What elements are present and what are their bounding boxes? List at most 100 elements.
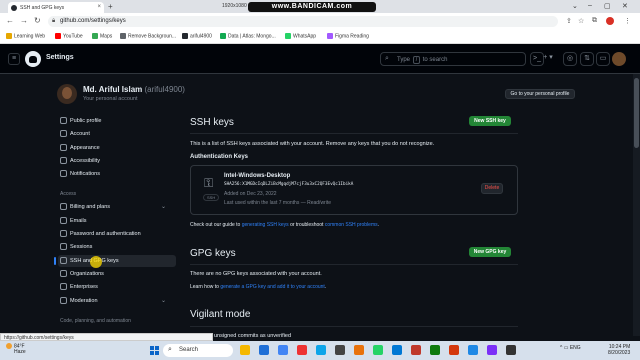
close-tab-icon[interactable]: × — [97, 4, 101, 10]
pull-requests-icon[interactable]: ⇅ — [580, 52, 594, 66]
taskbar-app-icon[interactable] — [335, 345, 345, 355]
bookmark-item[interactable]: WhatsApp — [285, 33, 316, 39]
status-bar-url: https://github.com/settings/keys — [0, 333, 213, 341]
github-favicon-icon — [11, 5, 17, 11]
maximize-button[interactable]: ▢ — [604, 2, 611, 10]
sidebar-item-account[interactable]: Account — [58, 128, 176, 140]
taskbar-app-icon[interactable] — [468, 345, 478, 355]
taskbar-app-icon[interactable] — [392, 345, 402, 355]
bookmark-star-icon[interactable]: ☆ — [578, 17, 584, 25]
sidebar-item-emails[interactable]: Emails — [58, 215, 176, 227]
reload-button[interactable]: ↻ — [34, 16, 41, 25]
taskbar-app-icon[interactable] — [487, 345, 497, 355]
extensions-icon[interactable]: ⧉ — [592, 17, 597, 25]
new-ssh-key-button[interactable]: New SSH key — [469, 116, 511, 126]
paintbrush-icon — [60, 144, 67, 151]
github-logo-icon[interactable] — [25, 51, 41, 67]
gpg-keys-heading: GPG keys — [190, 248, 236, 259]
weather-widget[interactable]: 84°F Haze — [6, 343, 26, 355]
sidebar-item-billing[interactable]: Billing and plans ⌄ — [58, 201, 176, 213]
ssh-key-title: Intel-Windows-Desktop — [224, 173, 291, 179]
sidebar-item-enterprises[interactable]: Enterprises — [58, 281, 176, 293]
broadcast-icon — [60, 243, 67, 250]
profile-handle: (ariful4900) — [144, 85, 185, 94]
ssh-badge: SSH — [203, 194, 220, 201]
sidebar-item-public-profile[interactable]: Public profile — [58, 115, 176, 127]
report-icon — [60, 297, 67, 304]
bookmark-item[interactable]: YouTube — [55, 33, 83, 39]
sidebar-item-accessibility[interactable]: Accessibility — [58, 155, 176, 167]
browser-tab[interactable]: SSH and GPG keys × — [8, 2, 104, 13]
taskbar-app-icon[interactable] — [430, 345, 440, 355]
lock-icon: 🔒︎ — [52, 18, 56, 24]
inbox-icon[interactable]: ▭ — [596, 52, 610, 66]
sidebar-item-password[interactable]: Password and authentication — [58, 228, 176, 240]
user-avatar-menu[interactable] — [612, 52, 626, 66]
sidebar-item-ssh-gpg-keys[interactable]: SSH and GPG keys — [54, 255, 176, 267]
bookmark-item[interactable]: ariful4900 — [182, 33, 212, 39]
scrollbar-thumb[interactable] — [634, 78, 639, 148]
profile-name: Md. Ariful Islam (ariful4900) — [83, 85, 185, 94]
sidebar-item-notifications[interactable]: Notifications — [58, 168, 176, 180]
browser-menu-icon[interactable]: ⋮ — [624, 17, 631, 25]
bookmark-item[interactable]: Maps — [92, 33, 112, 39]
key-icon: ⚿ — [204, 176, 214, 190]
sidebar-item-sessions[interactable]: Sessions — [58, 241, 176, 253]
generate-gpg-key-link[interactable]: generate a GPG key and add it to your ac… — [220, 284, 325, 290]
close-window-button[interactable]: ✕ — [622, 2, 628, 10]
search-icon: ⌕ — [168, 346, 172, 353]
back-button[interactable]: ← — [6, 16, 14, 25]
share-icon[interactable]: ⇪ — [566, 17, 572, 25]
taskbar-app-icon[interactable] — [278, 345, 288, 355]
bookmark-item[interactable]: Remove Backgroun... — [120, 33, 176, 39]
minimize-button[interactable]: – — [588, 2, 592, 9]
taskbar-clock[interactable]: 10:24 PM 8/20/2023 — [608, 344, 630, 356]
bookmark-favicon-icon — [182, 33, 188, 39]
forward-button[interactable]: → — [20, 16, 28, 25]
organization-icon — [60, 270, 67, 277]
generating-ssh-keys-link[interactable]: generating SSH keys — [242, 222, 289, 228]
header-title[interactable]: Settings — [46, 54, 74, 61]
tab-search-icon[interactable]: ⌄ — [572, 2, 578, 10]
taskbar-app-icon[interactable] — [449, 345, 459, 355]
url-input[interactable]: 🔒︎ github.com/settings/keys — [48, 16, 558, 27]
taskbar-search[interactable]: ⌕ Search — [163, 344, 233, 357]
issues-icon[interactable]: ◎ — [563, 52, 577, 66]
common-ssh-problems-link[interactable]: common SSH problems — [325, 222, 378, 228]
gpg-empty-message: There are no GPG keys associated with yo… — [190, 271, 322, 277]
divider — [190, 326, 518, 327]
profile-avatar-icon[interactable] — [606, 17, 614, 25]
search-input[interactable]: ⌕ Type / to search — [380, 52, 526, 66]
address-bar-row: ← → ↻ 🔒︎ github.com/settings/keys ⇪ ☆ ⧉ … — [0, 13, 640, 30]
globe-icon — [60, 283, 67, 290]
sidebar-item-moderation[interactable]: Moderation ⌄ — [58, 295, 176, 307]
taskbar-app-icon[interactable] — [506, 345, 516, 355]
taskbar-app-icon[interactable] — [316, 345, 326, 355]
credit-card-icon — [60, 203, 67, 210]
bookmark-item[interactable]: Data | Atlas: Mongo... — [220, 33, 276, 39]
go-to-profile-button[interactable]: Go to your personal profile — [505, 89, 575, 99]
ssh-keys-heading: SSH keys — [190, 117, 234, 128]
bookmark-favicon-icon — [6, 33, 12, 39]
sidebar-item-appearance[interactable]: Appearance — [58, 142, 176, 154]
delete-ssh-key-button[interactable]: Delete — [481, 183, 503, 194]
taskbar-app-icon[interactable] — [373, 345, 383, 355]
taskbar-app-icon[interactable] — [354, 345, 364, 355]
taskbar-app-icon[interactable] — [259, 345, 269, 355]
page-scrollbar[interactable] — [633, 74, 640, 336]
hamburger-menu-icon[interactable]: ≡ — [8, 53, 20, 65]
bookmark-item[interactable]: Learning Web — [6, 33, 45, 39]
new-gpg-key-button[interactable]: New GPG key — [469, 247, 511, 257]
ssh-key-added-date: Added on Dec 23, 2022 — [224, 191, 277, 197]
avatar[interactable] — [57, 84, 77, 104]
system-tray[interactable]: ^ ▭ ENG — [560, 345, 581, 351]
bookmark-item[interactable]: Figma Reading — [327, 33, 369, 39]
taskbar-app-icon[interactable] — [411, 345, 421, 355]
sidebar-item-organizations[interactable]: Organizations — [58, 268, 176, 280]
mouse-cursor-highlight — [90, 256, 102, 268]
taskbar-app-icon[interactable] — [240, 345, 250, 355]
taskbar-app-icon[interactable] — [297, 345, 307, 355]
windows-start-icon[interactable] — [150, 346, 159, 355]
create-new-button[interactable]: + ▾ — [538, 52, 558, 66]
new-tab-button[interactable]: + — [108, 2, 113, 11]
